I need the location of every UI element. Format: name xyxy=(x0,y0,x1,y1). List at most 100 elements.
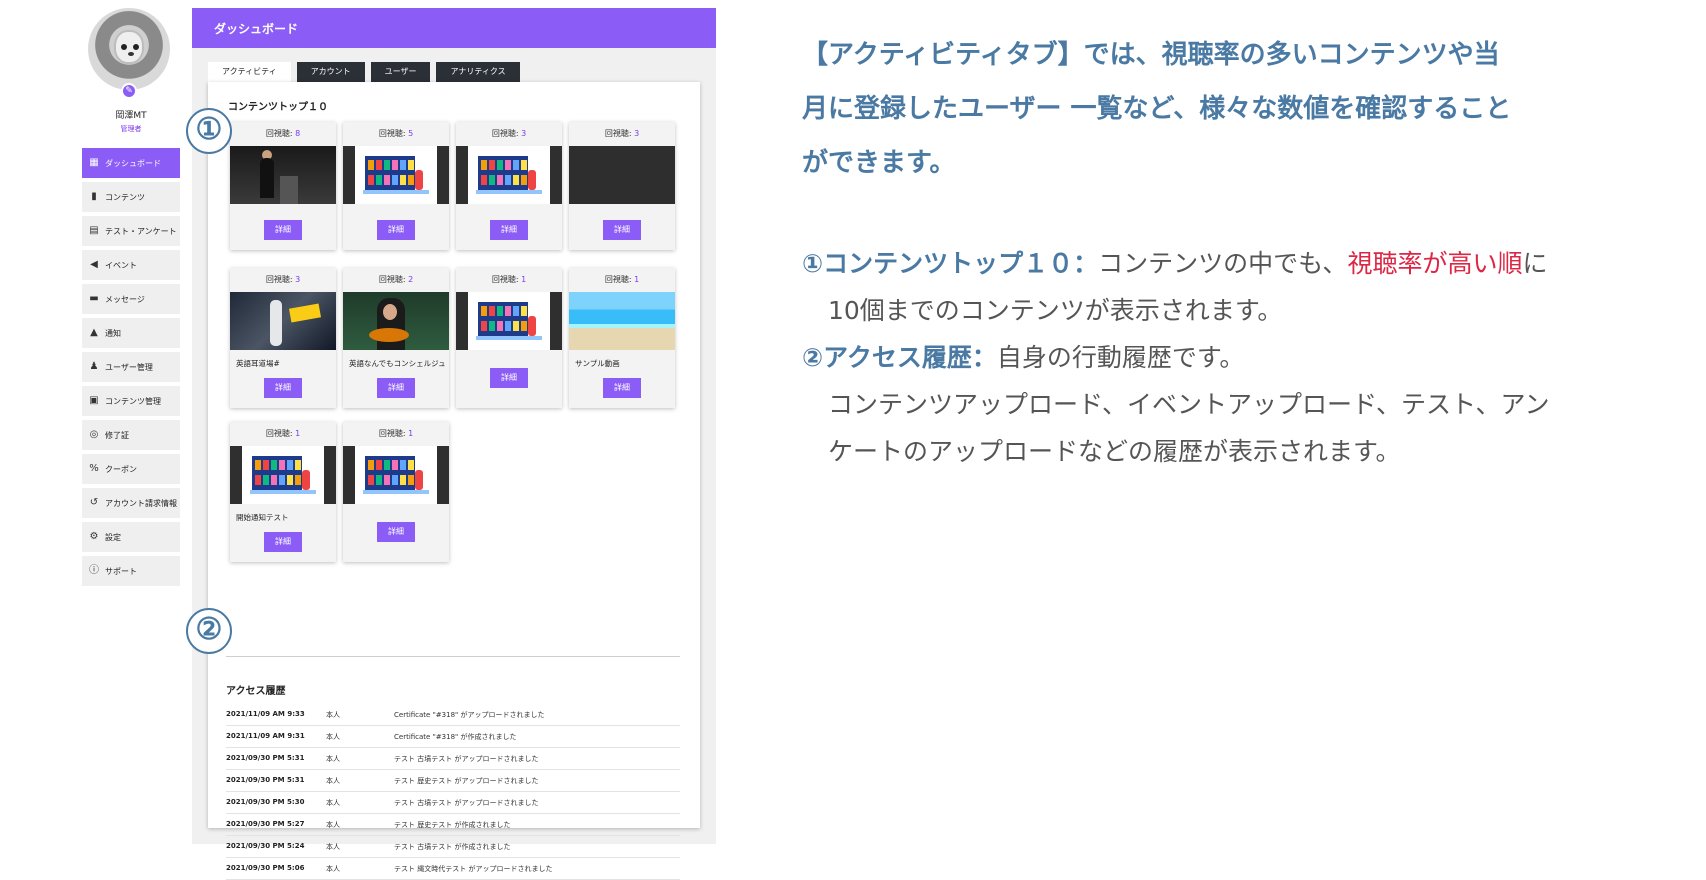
sidebar-item[interactable]: % クーポン xyxy=(82,454,180,484)
view-count-label: 回視聴: xyxy=(265,129,293,138)
percent-icon: % xyxy=(89,463,99,474)
video-thumbnail[interactable] xyxy=(230,146,336,204)
history-user: 本人 xyxy=(326,711,340,719)
explanation-heading-line: 月に登録したユーザー 一覧など、様々な数値を確認すること xyxy=(802,94,1512,124)
sidebar-item-label: ダッシュボード xyxy=(105,158,161,168)
video-thumbnail[interactable] xyxy=(456,146,562,204)
history-action: テスト 縄文時代テスト がアップロードされました xyxy=(394,865,553,873)
view-count-value: 5 xyxy=(408,129,414,138)
sidebar-item-label: イベント xyxy=(105,260,137,270)
content-title: サンプル動画 xyxy=(575,359,620,368)
content-top-title: コンテンツトップ１０ xyxy=(228,102,328,113)
content-card: 回視聴: 1 サンプル動画詳細 xyxy=(569,268,675,408)
detail-button[interactable]: 詳細 xyxy=(377,220,415,240)
history-date: 2021/09/30 PM 5:06 xyxy=(226,864,305,872)
grid-icon: ▦ xyxy=(89,157,99,168)
sidebar-item[interactable]: ⓘ サポート xyxy=(82,556,180,586)
history-date: 2021/09/30 PM 5:31 xyxy=(226,754,305,762)
detail-button[interactable]: 詳細 xyxy=(603,220,641,240)
sidebar-item-label: ユーザー管理 xyxy=(105,362,153,372)
sidebar-item-label: クーポン xyxy=(105,464,137,474)
detail-button[interactable]: 詳細 xyxy=(264,532,302,552)
megaphone-icon: ◀ xyxy=(90,259,98,270)
view-count-label: 回視聴: xyxy=(604,129,632,138)
sidebar-item[interactable]: ▦ ダッシュボード xyxy=(82,148,180,178)
edit-avatar-icon[interactable]: ✎ xyxy=(121,83,137,99)
view-count-value: 3 xyxy=(521,129,527,138)
tab[interactable]: アナリティクス xyxy=(436,62,520,82)
tab[interactable]: ユーザー xyxy=(370,62,431,82)
video-thumbnail[interactable] xyxy=(230,292,336,350)
marker-one: ① xyxy=(186,108,232,154)
sidebar-item[interactable]: ◎ 修了証 xyxy=(82,420,180,450)
tab[interactable]: アカウント xyxy=(296,62,365,82)
explanation-heading-line: 【アクティビティタブ】では、視聴率の多いコンテンツや当 xyxy=(802,40,1500,70)
sidebar-item[interactable]: ▤ テスト・アンケート xyxy=(82,216,180,246)
item2-label: ②アクセス履歴： xyxy=(802,343,997,372)
view-count: 回視聴: 3 xyxy=(230,274,336,285)
view-count: 回視聴: 1 xyxy=(456,274,562,285)
video-thumbnail[interactable] xyxy=(343,292,449,350)
history-row: 2021/11/09 AM 9:33 本人 Certificate "#318" が… xyxy=(226,704,680,726)
item1-highlight: 視聴率が高い順 xyxy=(1347,249,1523,278)
sidebar-item[interactable]: ⚙ 設定 xyxy=(82,522,180,552)
video-thumbnail[interactable] xyxy=(230,446,336,504)
sidebar-item[interactable]: ◀ イベント xyxy=(82,250,180,280)
detail-button[interactable]: 詳細 xyxy=(264,378,302,398)
view-count: 回視聴: 3 xyxy=(456,128,562,139)
view-count: 回視聴: 1 xyxy=(343,428,449,439)
detail-button[interactable]: 詳細 xyxy=(603,378,641,398)
sidebar-item[interactable]: ↺ アカウント請求情報 xyxy=(82,488,180,518)
history-date: 2021/09/30 PM 5:27 xyxy=(226,820,305,828)
history-row: 2021/09/30 PM 5:31 本人 テスト 歴史テスト がアップロードされま… xyxy=(226,770,680,792)
info-icon: ⓘ xyxy=(89,565,99,576)
sidebar-nav: ▦ ダッシュボード ▮ コンテンツ ▤ テスト・アンケート ◀ イベント ▬ メッセージ ▲ 通知 ♟ ユ… xyxy=(82,148,180,590)
detail-button[interactable]: 詳細 xyxy=(377,378,415,398)
history-action: Certificate "#318" が作成されました xyxy=(394,733,517,741)
chat-icon: ▬ xyxy=(89,293,99,304)
video-thumbnail[interactable] xyxy=(569,146,675,204)
view-count: 回視聴: 1 xyxy=(569,274,675,285)
tab[interactable]: アクティビティ xyxy=(208,62,291,82)
view-count-label: 回視聴: xyxy=(604,275,632,284)
history-date: 2021/09/30 PM 5:24 xyxy=(226,842,305,850)
sidebar-item[interactable]: ▲ 通知 xyxy=(82,318,180,348)
sidebar-item-label: コンテンツ管理 xyxy=(105,396,161,406)
video-thumbnail[interactable] xyxy=(343,446,449,504)
gear-icon: ⚙ xyxy=(89,531,99,542)
bell-icon: ▲ xyxy=(90,327,98,338)
content-title: 英語耳道場# xyxy=(236,359,280,368)
sidebar-item[interactable]: ▣ コンテンツ管理 xyxy=(82,386,180,416)
history-icon: ↺ xyxy=(89,497,99,508)
sidebar-item[interactable]: ▮ コンテンツ xyxy=(82,182,180,212)
item2-line3: ケートのアップロードなどの履歴が表示されます。 xyxy=(828,437,1401,466)
detail-button[interactable]: 詳細 xyxy=(264,220,302,240)
sidebar-item[interactable]: ♟ ユーザー管理 xyxy=(82,352,180,382)
view-count-value: 1 xyxy=(634,275,640,284)
detail-button[interactable]: 詳細 xyxy=(490,220,528,240)
view-count-value: 3 xyxy=(295,275,301,284)
view-count-label: 回視聴: xyxy=(378,129,406,138)
sidebar-item-label: サポート xyxy=(105,566,137,576)
item1-line2: 10個までのコンテンツが表示されます。 xyxy=(828,296,1283,325)
avatar[interactable] xyxy=(88,8,170,90)
detail-button[interactable]: 詳細 xyxy=(490,368,528,388)
history-date: 2021/09/30 PM 5:31 xyxy=(226,776,305,784)
content-manage-icon: ▣ xyxy=(89,395,99,406)
view-count: 回視聴: 3 xyxy=(569,128,675,139)
view-count-value: 3 xyxy=(634,129,640,138)
view-count-value: 2 xyxy=(408,275,414,284)
sidebar: ✎ 岡澤MT 管理者 ▦ ダッシュボード ▮ コンテンツ ▤ テスト・アンケート ◀ イベント… xyxy=(82,8,180,588)
history-action: テスト 歴史テスト が作成されました xyxy=(394,821,511,829)
avatar-face xyxy=(114,30,144,64)
sidebar-item-label: 修了証 xyxy=(105,430,129,440)
tab-bar: アクティビティ アカウント ユーザー アナリティクス xyxy=(208,62,526,82)
video-thumbnail[interactable] xyxy=(569,292,675,350)
detail-button[interactable]: 詳細 xyxy=(377,522,415,542)
view-count-label: 回視聴: xyxy=(265,429,293,438)
view-count: 回視聴: 5 xyxy=(343,128,449,139)
video-thumbnail[interactable] xyxy=(456,292,562,350)
video-thumbnail[interactable] xyxy=(343,146,449,204)
content-title: 英語なんでもコンシェルジュ xyxy=(349,359,446,368)
sidebar-item[interactable]: ▬ メッセージ xyxy=(82,284,180,314)
